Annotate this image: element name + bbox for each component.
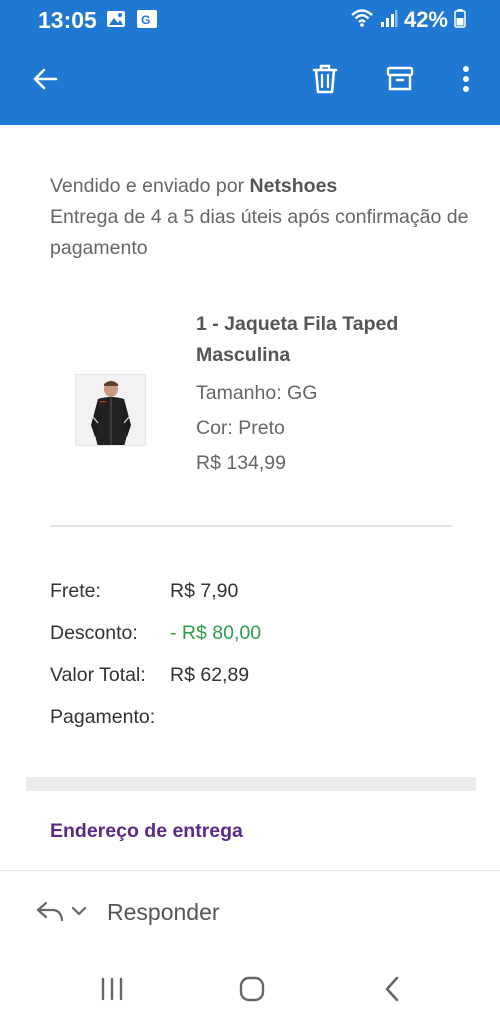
delivery-address-title: Endereço de entrega — [50, 820, 243, 842]
seller-name: Netshoes — [249, 175, 338, 197]
more-options-button[interactable] — [448, 60, 484, 102]
translate-icon: G — [136, 9, 158, 34]
battery-icon — [454, 8, 466, 33]
email-body: Vendido e enviado por Netshoes Entrega d… — [0, 125, 500, 870]
status-bar: 13:05 G 42% — [0, 0, 500, 40]
reply-icon — [35, 899, 65, 928]
app-bar — [0, 40, 500, 125]
shipping-label: Frete: — [50, 580, 101, 602]
discount-label: Desconto: — [50, 622, 138, 644]
payment-label: Pagamento: — [50, 706, 156, 728]
sold-by-label: Vendido e enviado por — [50, 175, 250, 197]
gallery-icon — [106, 9, 126, 34]
product-name: 1 - Jaqueta Fila Taped Masculina — [196, 313, 399, 366]
back-arrow-icon — [31, 65, 59, 98]
product-size: Tamanho: GG — [196, 382, 318, 404]
reply-bar: Responder — [0, 870, 500, 955]
delivery-estimate: Entrega de 4 a 5 dias úteis após confirm… — [50, 206, 469, 259]
seller-info: Vendido e enviado por Netshoes Entrega d… — [50, 171, 470, 264]
trash-icon — [310, 63, 340, 100]
product-image[interactable] — [75, 374, 146, 446]
reply-options-button[interactable] — [28, 897, 94, 929]
status-right: 42% — [350, 7, 466, 33]
more-vert-icon — [462, 65, 470, 98]
svg-text:G: G — [141, 13, 150, 27]
chevron-down-icon — [71, 904, 87, 922]
wifi-icon — [350, 8, 374, 33]
discount-value: - R$ 80,00 — [170, 622, 262, 644]
back-button[interactable] — [24, 60, 66, 102]
status-time: 13:05 — [38, 7, 97, 33]
shipping-value: R$ 7,90 — [170, 580, 239, 602]
back-nav-button[interactable] — [372, 973, 412, 1009]
divider — [50, 525, 452, 527]
archive-icon — [385, 64, 415, 99]
home-icon — [238, 975, 266, 1008]
total-label: Valor Total: — [50, 664, 146, 686]
total-value: R$ 62,89 — [170, 664, 250, 686]
system-nav-bar — [0, 955, 500, 1028]
home-button[interactable] — [230, 973, 274, 1009]
archive-button[interactable] — [379, 60, 421, 102]
delete-button[interactable] — [304, 60, 346, 102]
battery-percentage: 42% — [403, 7, 448, 32]
section-separator — [26, 777, 476, 791]
product-price: R$ 134,99 — [196, 452, 286, 474]
recent-apps-icon — [99, 977, 125, 1006]
product-color: Cor: Preto — [196, 417, 285, 439]
status-notification-icons: G — [106, 9, 158, 34]
recent-apps-button[interactable] — [92, 973, 132, 1009]
reply-button[interactable]: Responder — [107, 899, 220, 926]
signal-icon — [380, 8, 398, 33]
back-chevron-icon — [383, 975, 401, 1008]
